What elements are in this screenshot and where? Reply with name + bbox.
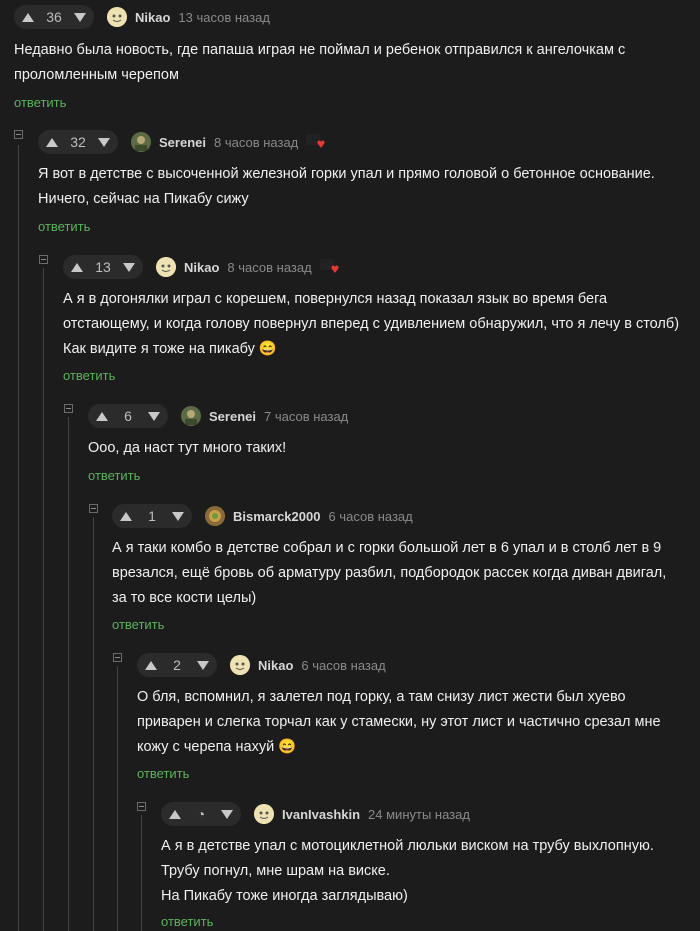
- reply-link[interactable]: ответить: [38, 219, 90, 234]
- thread-line: [68, 417, 69, 931]
- author-name[interactable]: Bismarck2000: [233, 509, 320, 524]
- upvote-icon[interactable]: [96, 411, 108, 421]
- upvote-icon[interactable]: [46, 137, 58, 147]
- thread-line: [117, 666, 118, 931]
- author-name[interactable]: Nikao: [135, 10, 170, 25]
- upvote-icon[interactable]: [169, 809, 181, 819]
- comment-header: 13 Nikao 8 часов назад: [63, 254, 340, 280]
- avatar-icon: [107, 7, 127, 27]
- avatar[interactable]: [107, 7, 127, 27]
- collapse-thread-icon[interactable]: [14, 130, 23, 139]
- upvote-icon[interactable]: [145, 660, 157, 670]
- comment-text: А я в догонялки играл с корешем, поверну…: [63, 291, 680, 357]
- author-name[interactable]: Nikao: [184, 260, 219, 275]
- downvote-icon[interactable]: [73, 12, 86, 22]
- thread-line: [18, 145, 19, 931]
- vote-control: 36: [14, 5, 94, 29]
- comment-header: 2 Nikao 6 часов назад: [137, 652, 386, 678]
- vote-count: 32: [70, 134, 86, 150]
- thread-line: [141, 815, 142, 931]
- downvote-icon[interactable]: [171, 511, 184, 521]
- collapse-thread-icon[interactable]: [64, 404, 73, 413]
- comment-time[interactable]: 6 часов назад: [301, 658, 385, 673]
- comment-header: 6 Serenei 7 часов назад: [88, 403, 348, 429]
- downvote-icon[interactable]: [122, 262, 135, 272]
- reply-link[interactable]: ответить: [161, 914, 213, 929]
- avatar[interactable]: [181, 406, 201, 426]
- downvote-icon[interactable]: [196, 660, 209, 670]
- comment-text: Ооо, да наст тут много таких!: [88, 440, 287, 456]
- comment-time[interactable]: 8 часов назад: [227, 260, 311, 275]
- vote-control: 13: [63, 255, 143, 279]
- collapse-thread-icon[interactable]: [89, 504, 98, 513]
- vote-count: 36: [46, 9, 62, 25]
- author-name[interactable]: IvanIvashkin: [282, 807, 360, 822]
- avatar[interactable]: [131, 132, 151, 152]
- comment-header: ◔ IvanIvashkin 24 минуты назад: [161, 801, 470, 827]
- vote-count: 2: [173, 657, 181, 673]
- reply-link[interactable]: ответить: [88, 468, 140, 483]
- thread-line: [43, 268, 44, 931]
- comment-text: О бля, вспомнил, я залетел под горку, а …: [137, 689, 661, 755]
- avatar[interactable]: [156, 257, 176, 277]
- comment-text: Я вот в детстве с высоченной железной го…: [38, 166, 655, 207]
- vote-control: ◔: [161, 802, 241, 826]
- comment-header: 36 Nikao 13 часов назад: [14, 4, 270, 30]
- comment-time[interactable]: 24 минуты назад: [368, 807, 470, 822]
- reply-link[interactable]: ответить: [14, 95, 66, 110]
- author-name[interactable]: Nikao: [258, 658, 293, 673]
- vote-control: 6: [88, 404, 168, 428]
- downvote-icon[interactable]: [147, 411, 160, 421]
- vote-control: 2: [137, 653, 217, 677]
- upvote-icon[interactable]: [22, 12, 34, 22]
- author-name[interactable]: Serenei: [159, 135, 206, 150]
- collapse-thread-icon[interactable]: [113, 653, 122, 662]
- upvote-icon[interactable]: [71, 262, 83, 272]
- comment-time[interactable]: 7 часов назад: [264, 409, 348, 424]
- collapse-thread-icon[interactable]: [39, 255, 48, 264]
- downvote-icon[interactable]: [221, 809, 233, 819]
- avatar[interactable]: [205, 506, 225, 526]
- upvote-icon[interactable]: [120, 511, 132, 521]
- avatar-icon: [254, 804, 274, 824]
- avatar[interactable]: [230, 655, 250, 675]
- reply-link[interactable]: ответить: [137, 766, 189, 781]
- avatar-icon: [181, 406, 201, 426]
- comment-text: А я таки комбо в детстве собрал и с горк…: [112, 540, 667, 606]
- vote-count: 13: [95, 259, 111, 275]
- reply-link[interactable]: ответить: [112, 617, 164, 632]
- avatar-icon: [230, 655, 250, 675]
- vote-control: 32: [38, 130, 118, 154]
- comment-time[interactable]: 13 часов назад: [178, 10, 270, 25]
- downvote-icon[interactable]: [97, 137, 110, 147]
- vote-count: 6: [124, 408, 132, 424]
- pending-rating-icon: ◔: [196, 806, 206, 822]
- avatar-icon: [205, 506, 225, 526]
- vote-control: 1: [112, 504, 192, 528]
- comment-text: Недавно была новость, где папаша играя н…: [14, 42, 626, 83]
- avatar-icon: [131, 132, 151, 152]
- heart-badge-icon: [306, 132, 326, 152]
- comment-header: 1 Bismarck2000 6 часов назад: [112, 503, 413, 529]
- reply-link[interactable]: ответить: [63, 368, 115, 383]
- comment-time[interactable]: 8 часов назад: [214, 135, 298, 150]
- comment-text: А я в детстве упал с мотоциклетной люльк…: [161, 838, 654, 904]
- thread-line: [93, 517, 94, 931]
- author-name[interactable]: Serenei: [209, 409, 256, 424]
- vote-count: 1: [148, 508, 156, 524]
- collapse-thread-icon[interactable]: [137, 802, 146, 811]
- avatar[interactable]: [254, 804, 274, 824]
- heart-badge-icon: [319, 257, 340, 277]
- comment-header: 32 Serenei 8 часов назад: [38, 129, 326, 155]
- avatar-icon: [156, 257, 176, 277]
- comment-time[interactable]: 6 часов назад: [328, 509, 412, 524]
